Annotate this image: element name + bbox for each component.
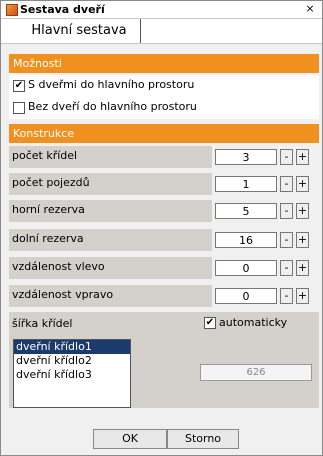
right-distance-decrement-button[interactable]: - [280,288,293,304]
wing-width-panel: šířka křídel ✔ automaticky dveřní křídlo… [9,312,319,408]
wings-count-label: počet křídel [9,146,212,168]
param-row-wings-count: počet křídel 3 - + [9,146,319,172]
wing-list-item[interactable]: dveřní křídlo1 [14,340,130,354]
close-button[interactable]: × [303,2,317,16]
cancel-button[interactable]: Storno [167,429,239,449]
wings-count-decrement-button[interactable]: - [280,149,293,165]
option-without-doors[interactable]: Bez dveří do hlavního prostoru [9,97,319,119]
with-doors-label: S dveřmi do hlavního prostoru [28,78,195,91]
wings-count-increment-button[interactable]: + [296,149,309,165]
option-with-doors[interactable]: ✔ S dveřmi do hlavního prostoru [9,75,319,97]
automatic-label: automaticky [219,316,288,329]
right-distance-input[interactable]: 0 [215,288,277,304]
tab-strip: Hlavní sestava [1,19,322,44]
tracks-count-increment-button[interactable]: + [296,176,309,192]
tracks-count-label: počet pojezdů [9,173,212,195]
wing-list-item[interactable]: dveřní křídlo2 [14,354,130,368]
param-row-left-distance: vzdálenost vlevo 0 - + [9,257,319,283]
tracks-count-input[interactable]: 1 [215,176,277,192]
top-reserve-decrement-button[interactable]: - [280,203,293,219]
without-doors-label: Bez dveří do hlavního prostoru [28,100,197,113]
left-distance-increment-button[interactable]: + [296,260,309,276]
param-row-top-reserve: horní rezerva 5 - + [9,200,319,226]
top-reserve-input[interactable]: 5 [215,203,277,219]
bottom-reserve-label: dolní rezerva [9,229,212,251]
title-bar: Sestava dveří × [1,1,322,19]
top-reserve-increment-button[interactable]: + [296,203,309,219]
wings-count-input[interactable]: 3 [215,149,277,165]
left-distance-input[interactable]: 0 [215,260,277,276]
bottom-reserve-decrement-button[interactable]: - [280,232,293,248]
left-distance-label: vzdálenost vlevo [9,257,212,279]
tracks-count-decrement-button[interactable]: - [280,176,293,192]
options-section-header: Možnosti [9,54,319,73]
tab-main-assembly[interactable]: Hlavní sestava [18,19,141,43]
wing-width-input[interactable]: 626 [200,364,312,381]
wing-listbox[interactable]: dveřní křídlo1 dveřní křídlo2 dveřní kří… [13,339,131,408]
bottom-reserve-input[interactable]: 16 [215,232,277,248]
param-row-tracks-count: počet pojezdů 1 - + [9,173,319,199]
window-title: Sestava dveří [20,3,105,16]
construction-section-header: Konstrukce [9,124,319,143]
automatic-checkbox[interactable]: ✔ [204,317,216,329]
param-row-bottom-reserve: dolní rezerva 16 - + [9,229,319,255]
without-doors-checkbox[interactable] [13,102,25,114]
top-reserve-label: horní rezerva [9,200,212,222]
wing-width-label: šířka křídel [12,317,73,330]
with-doors-checkbox[interactable]: ✔ [13,80,25,92]
wing-list-item[interactable]: dveřní křídlo3 [14,368,130,382]
right-distance-increment-button[interactable]: + [296,288,309,304]
bottom-reserve-increment-button[interactable]: + [296,232,309,248]
dialog-footer: OK Storno [1,413,322,455]
param-row-right-distance: vzdálenost vpravo 0 - + [9,285,319,311]
ok-button[interactable]: OK [93,429,167,449]
left-distance-decrement-button[interactable]: - [280,260,293,276]
door-assembly-window: Sestava dveří × Hlavní sestava Možnosti … [0,0,323,456]
right-distance-label: vzdálenost vpravo [9,285,212,307]
door-app-icon [6,4,18,16]
